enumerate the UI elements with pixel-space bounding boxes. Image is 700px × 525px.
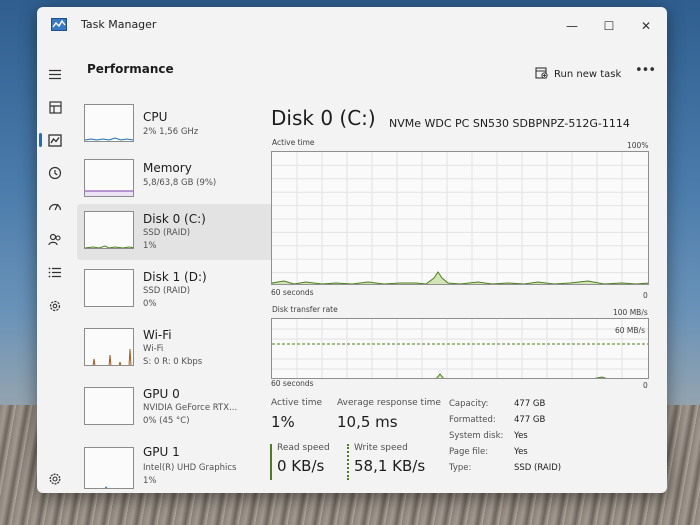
- transfer-rate-graph-mid: 60 MB/s: [615, 326, 645, 335]
- transfer-rate-graph-label: Disk transfer rate: [272, 305, 338, 314]
- minimize-button[interactable]: —: [557, 15, 587, 37]
- nav-rail: [37, 43, 73, 493]
- write-speed-label: Write speed: [354, 443, 408, 453]
- users-icon[interactable]: [41, 227, 69, 251]
- disk-title: Disk 0 (C:): [271, 106, 376, 130]
- active-time-graph-label: Active time: [272, 138, 315, 147]
- transfer-rate-graph-max: 100 MB/s: [613, 308, 648, 317]
- wifi-thumbnail-graph: [84, 328, 134, 366]
- write-speed-indicator: [347, 444, 349, 480]
- app-icon: [51, 18, 67, 31]
- cpu-thumbnail-graph: [84, 104, 134, 142]
- disk0-thumbnail-graph: [84, 211, 134, 249]
- hamburger-icon[interactable]: [41, 62, 69, 86]
- active-time-value: 1%: [271, 413, 295, 431]
- device-usage: 0% (45 °C): [143, 416, 190, 426]
- details-icon[interactable]: [41, 260, 69, 284]
- gpu0-thumbnail-graph: [84, 387, 134, 425]
- device-cpu[interactable]: CPU 2% 1,56 GHz: [77, 100, 282, 156]
- device-wifi[interactable]: Wi-Fi Wi-Fi S: 0 R: 0 Kbps: [77, 322, 282, 378]
- device-name: GPU 1: [143, 445, 180, 459]
- active-time-graph: [271, 151, 649, 285]
- type-label: Type:: [449, 463, 472, 473]
- task-manager-window: Task Manager — ☐ ✕ Performance Run new t…: [37, 7, 667, 493]
- processes-icon[interactable]: [41, 95, 69, 119]
- title-bar[interactable]: Task Manager — ☐ ✕: [37, 7, 667, 43]
- formatted-value: 477 GB: [514, 415, 546, 425]
- more-icon[interactable]: •••: [635, 64, 656, 81]
- device-speed: S: 0 R: 0 Kbps: [143, 357, 203, 367]
- active-time-graph-duration: 60 seconds: [271, 288, 314, 297]
- memory-thumbnail-graph: [84, 159, 134, 197]
- transfer-rate-graph-duration: 60 seconds: [271, 379, 314, 388]
- read-speed-value: 0 KB/s: [277, 457, 325, 475]
- app-history-icon[interactable]: [41, 161, 69, 185]
- device-list: CPU 2% 1,56 GHz Memory 5,8/63,8 GB (9%) …: [77, 95, 282, 493]
- type-value: SSD (RAID): [514, 463, 562, 473]
- transfer-rate-graph-min: 0: [643, 381, 648, 390]
- avg-response-value: 10,5 ms: [337, 413, 398, 431]
- performance-icon[interactable]: [39, 128, 69, 152]
- device-detail: SSD (RAID): [143, 228, 191, 238]
- read-speed-indicator: [270, 444, 272, 480]
- page-title: Performance: [87, 62, 174, 76]
- device-memory[interactable]: Memory 5,8/63,8 GB (9%): [77, 153, 282, 209]
- page-file-label: Page file:: [449, 447, 489, 457]
- disk-model: NVMe WDC PC SN530 SDBPNPZ-512G-1114: [389, 117, 630, 130]
- active-time-label: Active time: [271, 398, 323, 408]
- page-file-value: Yes: [514, 447, 528, 457]
- disk1-thumbnail-graph: [84, 269, 134, 307]
- device-gpu-0[interactable]: GPU 0 NVIDIA GeForce RTX... 0% (45 °C): [77, 381, 282, 437]
- system-disk-label: System disk:: [449, 431, 504, 441]
- read-speed-label: Read speed: [277, 443, 330, 453]
- device-detail: 5,8/63,8 GB (9%): [143, 178, 217, 188]
- maximize-button[interactable]: ☐: [594, 15, 624, 37]
- device-usage: 1%: [143, 476, 157, 486]
- avg-response-label: Average response time: [337, 398, 441, 408]
- device-gpu-1[interactable]: GPU 1 Intel(R) UHD Graphics 1%: [77, 439, 282, 493]
- device-name: Disk 1 (D:): [143, 270, 207, 284]
- device-name: Wi-Fi: [143, 328, 172, 342]
- write-speed-value: 58,1 KB/s: [354, 457, 426, 475]
- device-disk-0[interactable]: Disk 0 (C:) SSD (RAID) 1%: [77, 204, 282, 260]
- device-detail: Intel(R) UHD Graphics: [143, 463, 237, 473]
- device-detail: NVIDIA GeForce RTX...: [143, 403, 238, 413]
- device-name: Disk 0 (C:): [143, 212, 206, 226]
- device-name: GPU 0: [143, 387, 180, 401]
- device-name: CPU: [143, 110, 168, 124]
- gpu1-thumbnail-graph: [84, 447, 134, 489]
- window-title: Task Manager: [81, 18, 157, 31]
- device-usage: 0%: [143, 299, 157, 309]
- device-usage: 1%: [143, 241, 157, 251]
- active-time-graph-min: 0: [643, 291, 648, 300]
- capacity-value: 477 GB: [514, 399, 546, 409]
- startup-apps-icon[interactable]: [41, 194, 69, 218]
- run-task-icon: [535, 66, 548, 82]
- formatted-label: Formatted:: [449, 415, 496, 425]
- active-time-graph-max: 100%: [627, 141, 649, 150]
- services-icon[interactable]: [41, 294, 69, 318]
- device-detail: Wi-Fi: [143, 344, 164, 354]
- settings-icon[interactable]: [41, 467, 69, 491]
- system-disk-value: Yes: [514, 431, 528, 441]
- device-detail: SSD (RAID): [143, 286, 191, 296]
- device-disk-1[interactable]: Disk 1 (D:) SSD (RAID) 0%: [77, 263, 282, 319]
- capacity-label: Capacity:: [449, 399, 489, 409]
- device-name: Memory: [143, 161, 192, 175]
- run-task-label: Run new task: [554, 68, 622, 80]
- close-button[interactable]: ✕: [631, 15, 661, 37]
- device-detail: 2% 1,56 GHz: [143, 127, 199, 137]
- transfer-rate-graph: [271, 318, 649, 379]
- run-new-task-button[interactable]: Run new task: [535, 64, 621, 84]
